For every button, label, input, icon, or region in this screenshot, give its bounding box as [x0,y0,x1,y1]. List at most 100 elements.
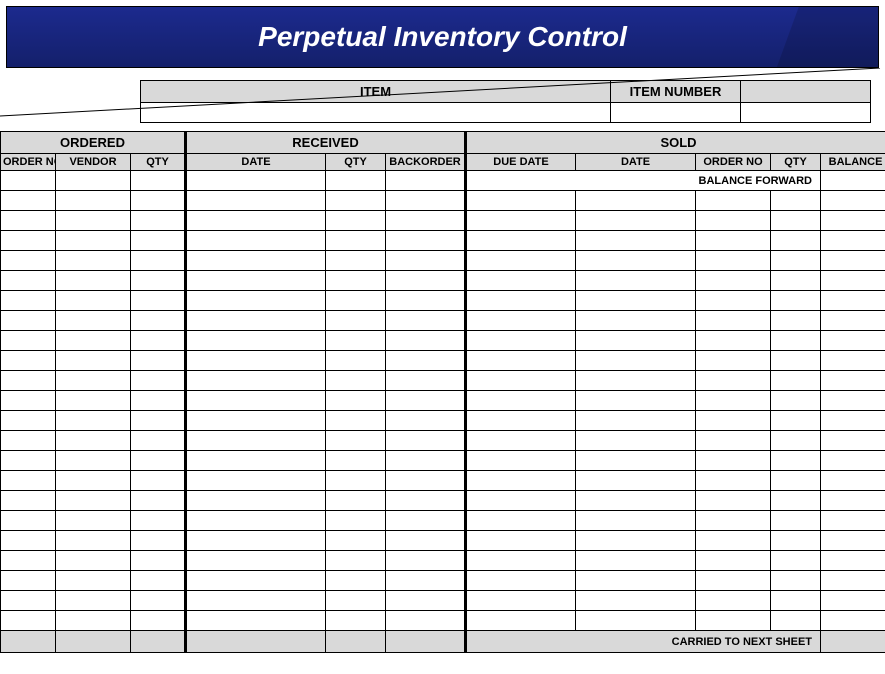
table-cell[interactable] [386,611,466,631]
table-cell[interactable] [186,551,326,571]
table-cell[interactable] [466,471,576,491]
table-cell[interactable] [131,471,186,491]
table-cell[interactable] [1,511,56,531]
table-cell[interactable] [771,251,821,271]
table-cell[interactable] [771,311,821,331]
table-cell[interactable] [821,571,885,591]
table-cell[interactable] [326,211,386,231]
table-cell[interactable] [576,371,696,391]
table-cell[interactable] [821,611,885,631]
table-cell[interactable] [186,271,326,291]
table-cell[interactable] [386,171,466,191]
table-cell[interactable] [1,191,56,211]
table-cell[interactable] [1,331,56,351]
table-cell[interactable] [186,611,326,631]
table-cell[interactable] [696,231,771,251]
table-cell[interactable] [696,191,771,211]
table-cell[interactable] [821,191,885,211]
table-cell[interactable] [696,511,771,531]
table-cell[interactable] [326,471,386,491]
table-cell[interactable] [186,311,326,331]
table-cell[interactable] [1,351,56,371]
table-cell[interactable] [771,431,821,451]
table-cell[interactable] [386,411,466,431]
table-cell[interactable] [576,191,696,211]
table-cell[interactable] [131,311,186,331]
table-cell[interactable] [1,231,56,251]
table-cell[interactable] [386,391,466,411]
table-cell[interactable] [186,351,326,371]
table-cell[interactable] [131,391,186,411]
table-cell[interactable] [386,351,466,371]
table-cell[interactable] [131,251,186,271]
table-cell[interactable] [186,211,326,231]
table-cell[interactable] [696,311,771,331]
table-cell[interactable] [186,391,326,411]
table-cell[interactable] [466,191,576,211]
table-cell[interactable] [1,271,56,291]
table-cell[interactable] [131,611,186,631]
table-cell[interactable] [386,491,466,511]
table-cell[interactable] [131,591,186,611]
balance-forward-value[interactable] [821,171,885,191]
table-cell[interactable] [186,491,326,511]
table-cell[interactable] [326,271,386,291]
table-cell[interactable] [131,191,186,211]
table-cell[interactable] [466,211,576,231]
table-cell[interactable] [326,451,386,471]
table-cell[interactable] [576,591,696,611]
table-cell[interactable] [466,591,576,611]
table-cell[interactable] [576,571,696,591]
table-cell[interactable] [771,471,821,491]
table-cell[interactable] [386,211,466,231]
table-cell[interactable] [56,311,131,331]
table-cell[interactable] [131,451,186,471]
table-cell[interactable] [326,591,386,611]
table-cell[interactable] [466,491,576,511]
table-cell[interactable] [386,471,466,491]
table-cell[interactable] [386,591,466,611]
table-cell[interactable] [326,371,386,391]
table-cell[interactable] [186,291,326,311]
table-cell[interactable] [771,451,821,471]
table-cell[interactable] [186,171,326,191]
table-cell[interactable] [326,391,386,411]
table-cell[interactable] [131,511,186,531]
table-cell[interactable] [1,391,56,411]
table-cell[interactable] [821,351,885,371]
table-cell[interactable] [821,231,885,251]
table-cell[interactable] [771,611,821,631]
table-cell[interactable] [576,511,696,531]
table-cell[interactable] [466,371,576,391]
table-cell[interactable] [386,231,466,251]
table-cell[interactable] [1,471,56,491]
table-cell[interactable] [696,291,771,311]
table-cell[interactable] [131,351,186,371]
table-cell[interactable] [326,291,386,311]
table-cell[interactable] [56,171,131,191]
table-cell[interactable] [821,391,885,411]
table-cell[interactable] [186,431,326,451]
table-cell[interactable] [131,231,186,251]
table-cell[interactable] [386,291,466,311]
table-cell[interactable] [56,411,131,431]
table-cell[interactable] [696,351,771,371]
table-cell[interactable] [771,191,821,211]
table-cell[interactable] [386,571,466,591]
table-cell[interactable] [696,251,771,271]
table-cell[interactable] [186,591,326,611]
table-cell[interactable] [1,251,56,271]
table-cell[interactable] [771,531,821,551]
table-cell[interactable] [771,371,821,391]
table-cell[interactable] [386,551,466,571]
table-cell[interactable] [576,351,696,371]
table-cell[interactable] [56,391,131,411]
table-cell[interactable] [771,411,821,431]
table-cell[interactable] [56,231,131,251]
table-cell[interactable] [576,551,696,571]
table-cell[interactable] [326,351,386,371]
table-cell[interactable] [186,571,326,591]
table-cell[interactable] [1,411,56,431]
table-cell[interactable] [56,491,131,511]
table-cell[interactable] [696,371,771,391]
